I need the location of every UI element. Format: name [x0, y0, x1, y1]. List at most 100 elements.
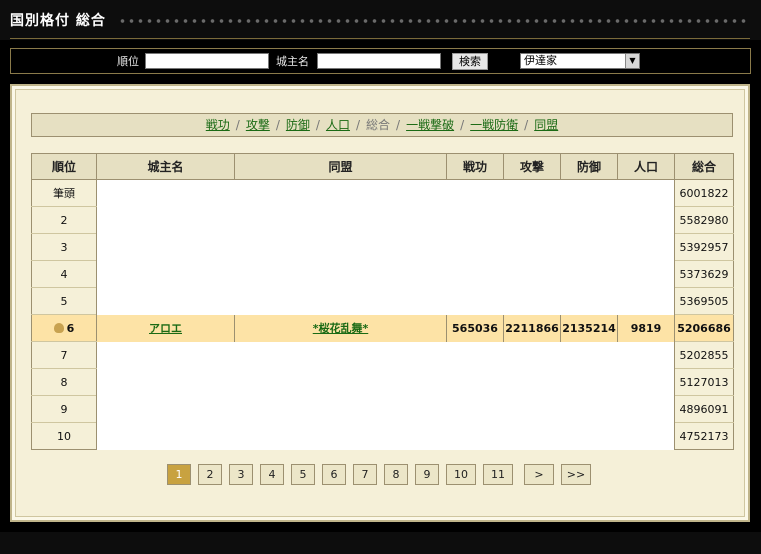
rank-cell: 2: [31, 206, 97, 234]
total-cell: 5582980: [674, 206, 734, 234]
total-cell: 5369505: [674, 287, 734, 315]
tab-separator: /: [275, 118, 280, 132]
tab-separator: /: [396, 118, 401, 132]
alliance-link[interactable]: *桜花乱舞*: [313, 322, 369, 335]
total-cell: 5206686: [674, 314, 734, 342]
rank-value: 3: [60, 240, 68, 254]
rank-cell: 7: [31, 341, 97, 369]
merit-cell: 565036: [446, 314, 504, 342]
ranking-panel: 戦功 / 攻撃 / 防御 / 人口 / 総合 / 一戦撃破 / 一戦防衛 / 同盟 順位 城主名 同盟 戦功…: [10, 84, 750, 522]
page-button[interactable]: 10: [446, 464, 476, 485]
page-button[interactable]: 8: [384, 464, 408, 485]
attack-value: 2211866: [505, 321, 559, 335]
column-header-population: 人口: [617, 153, 675, 180]
search-button[interactable]: 検索: [452, 53, 488, 70]
column-header-total: 総合: [674, 153, 734, 180]
footer-bar: [0, 532, 761, 554]
dropdown-arrow-icon[interactable]: ▼: [625, 54, 639, 68]
rank-value: 2: [60, 213, 68, 227]
title-bar: 国別格付 総合: [0, 0, 761, 40]
tab-item: 総合: [366, 118, 391, 132]
total-cell: 5392957: [674, 233, 734, 261]
rank-value: 5: [60, 294, 68, 308]
rank-value: 8: [60, 375, 68, 389]
tab-item[interactable]: 同盟: [534, 118, 558, 132]
page-button[interactable]: 7: [353, 464, 377, 485]
title-divider: [10, 38, 750, 39]
rank-label: 順位: [117, 55, 139, 68]
castle-lord-name-label: 城主名: [276, 55, 309, 68]
total-cell: 5373629: [674, 260, 734, 288]
merit-value: 565036: [452, 321, 498, 335]
rank-value: 9: [60, 402, 68, 416]
castle-lord-cell: アロエ: [96, 314, 235, 342]
tab-item[interactable]: 人口: [326, 118, 350, 132]
defense-value: 2135214: [562, 321, 616, 335]
page-button[interactable]: 4: [260, 464, 284, 485]
rank-value: 筆頭: [53, 187, 75, 200]
tab-item[interactable]: 攻撃: [246, 118, 270, 132]
column-header-defense: 防御: [560, 153, 618, 180]
total-cell: 4752173: [674, 422, 734, 450]
tab-item[interactable]: 戦功: [206, 118, 230, 132]
population-value: 9819: [630, 321, 662, 335]
total-cell: 6001822: [674, 179, 734, 207]
title-decoration: [118, 17, 750, 25]
castle-lord-name-input[interactable]: [317, 53, 441, 69]
tab-separator: /: [315, 118, 320, 132]
tab-item[interactable]: 防御: [286, 118, 310, 132]
column-header-rank: 順位: [31, 153, 97, 180]
tab-separator: /: [235, 118, 240, 132]
defense-cell: 2135214: [560, 314, 618, 342]
total-cell: 5127013: [674, 368, 734, 396]
next-page-button[interactable]: >: [524, 464, 554, 485]
population-cell: 9819: [617, 314, 675, 342]
column-header-castle-lord: 城主名: [96, 153, 235, 180]
tab-separator: /: [460, 118, 465, 132]
rank-cell: 9: [31, 395, 97, 423]
ranking-table: 順位 城主名 同盟 戦功 攻撃 防御 人口 総合 筆頭 6001822 2 55829…: [31, 153, 734, 450]
hidden-entries-area: [96, 341, 675, 450]
house-select[interactable]: 伊達家 ▼: [520, 53, 640, 69]
search-bar: 順位 城主名 検索 伊達家 ▼: [10, 48, 751, 74]
page-button[interactable]: 11: [483, 464, 513, 485]
last-page-button[interactable]: >>: [561, 464, 591, 485]
table-row: 7 5202855: [31, 341, 734, 450]
table-row: 6 アロエ *桜花乱舞* 565036 2211866 2135214 9819 520668…: [31, 314, 734, 342]
column-header-attack: 攻撃: [503, 153, 561, 180]
ranking-tabs: 戦功 / 攻撃 / 防御 / 人口 / 総合 / 一戦撃破 / 一戦防衛 / 同盟: [31, 113, 733, 137]
rank-value: 4: [60, 267, 68, 281]
rank-cell: 8: [31, 368, 97, 396]
rank-cell: 10: [31, 422, 97, 450]
column-header-alliance: 同盟: [234, 153, 447, 180]
rank-value: 10: [57, 429, 71, 443]
rank-input[interactable]: [145, 53, 269, 69]
page-title: 国別格付 総合: [10, 13, 106, 29]
tab-item[interactable]: 一戦防衛: [470, 118, 518, 132]
rank-value: 7: [60, 348, 68, 362]
page-button[interactable]: 3: [229, 464, 253, 485]
tab-item[interactable]: 一戦撃破: [406, 118, 454, 132]
own-rank-marker-icon: [53, 322, 64, 333]
attack-cell: 2211866: [503, 314, 561, 342]
house-select-value: 伊達家: [524, 54, 557, 67]
page-button[interactable]: 6: [322, 464, 346, 485]
rank-cell: 4: [31, 260, 97, 288]
total-cell: 4896091: [674, 395, 734, 423]
hidden-entries-area: [96, 179, 675, 315]
page-button[interactable]: 5: [291, 464, 315, 485]
rank-value: 6: [66, 321, 75, 335]
rank-cell: 3: [31, 233, 97, 261]
table-header-row: 順位 城主名 同盟 戦功 攻撃 防御 人口 総合: [31, 153, 734, 180]
page-button[interactable]: 1: [167, 464, 191, 485]
page-button[interactable]: 2: [198, 464, 222, 485]
page-button[interactable]: 9: [415, 464, 439, 485]
alliance-cell: *桜花乱舞*: [234, 314, 447, 342]
total-cell: 5202855: [674, 341, 734, 369]
rank-cell: 5: [31, 287, 97, 315]
tab-separator: /: [355, 118, 361, 132]
rank-cell: 筆頭: [31, 179, 97, 207]
castle-lord-link[interactable]: アロエ: [149, 322, 182, 335]
tab-separator: /: [524, 118, 529, 132]
column-header-merit: 戦功: [446, 153, 504, 180]
